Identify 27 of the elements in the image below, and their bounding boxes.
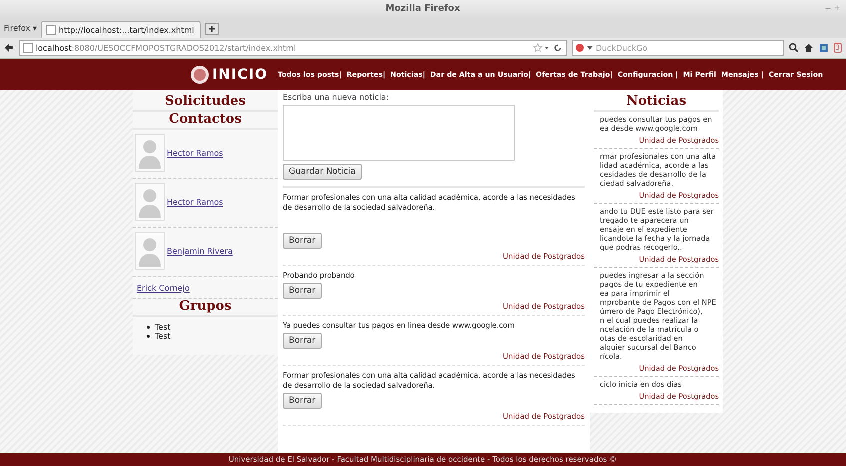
contact-link[interactable]: Benjamin Rivera: [167, 246, 233, 256]
browser-tab[interactable]: http://localhost:...tart/index.xhtml: [41, 21, 202, 38]
firefox-menu[interactable]: Firefox ▾: [4, 24, 38, 38]
section-heading: Noticias: [594, 94, 719, 112]
save-button[interactable]: Guardar Noticia: [283, 164, 362, 180]
delete-button[interactable]: Borrar: [283, 233, 322, 249]
delete-button[interactable]: Borrar: [283, 333, 322, 349]
dropdown-caret-icon[interactable]: [586, 46, 593, 50]
url-actions-icon[interactable]: [532, 43, 563, 53]
bullet-icon: [147, 326, 150, 329]
url-field[interactable]: localhost:8080/UESOCCFMOPOSTGRADOS2012/start/index.xhtml: [18, 40, 567, 56]
delete-button[interactable]: Borrar: [283, 393, 322, 409]
group-item[interactable]: Test: [155, 323, 171, 332]
search-icon[interactable]: [788, 43, 799, 53]
delete-button[interactable]: Borrar: [283, 283, 322, 299]
contact-link[interactable]: Erick Cornejo: [137, 284, 190, 293]
contact-link[interactable]: Hector Ramos: [167, 148, 224, 158]
home-icon[interactable]: [804, 43, 814, 53]
prompt-text: Escriba una nueva noticia:: [283, 93, 390, 102]
bullet-icon: [147, 335, 150, 338]
contact-link[interactable]: Hector Ramos: [167, 198, 224, 206]
seal-icon: [190, 64, 210, 84]
window-title: Mozilla Firefox: [386, 4, 460, 14]
group-item[interactable]: Test: [155, 332, 171, 341]
back-arrow-icon[interactable]: [4, 43, 14, 53]
new-tab-icon[interactable]: [205, 23, 220, 35]
logo-text[interactable]: INICIO: [212, 66, 268, 82]
